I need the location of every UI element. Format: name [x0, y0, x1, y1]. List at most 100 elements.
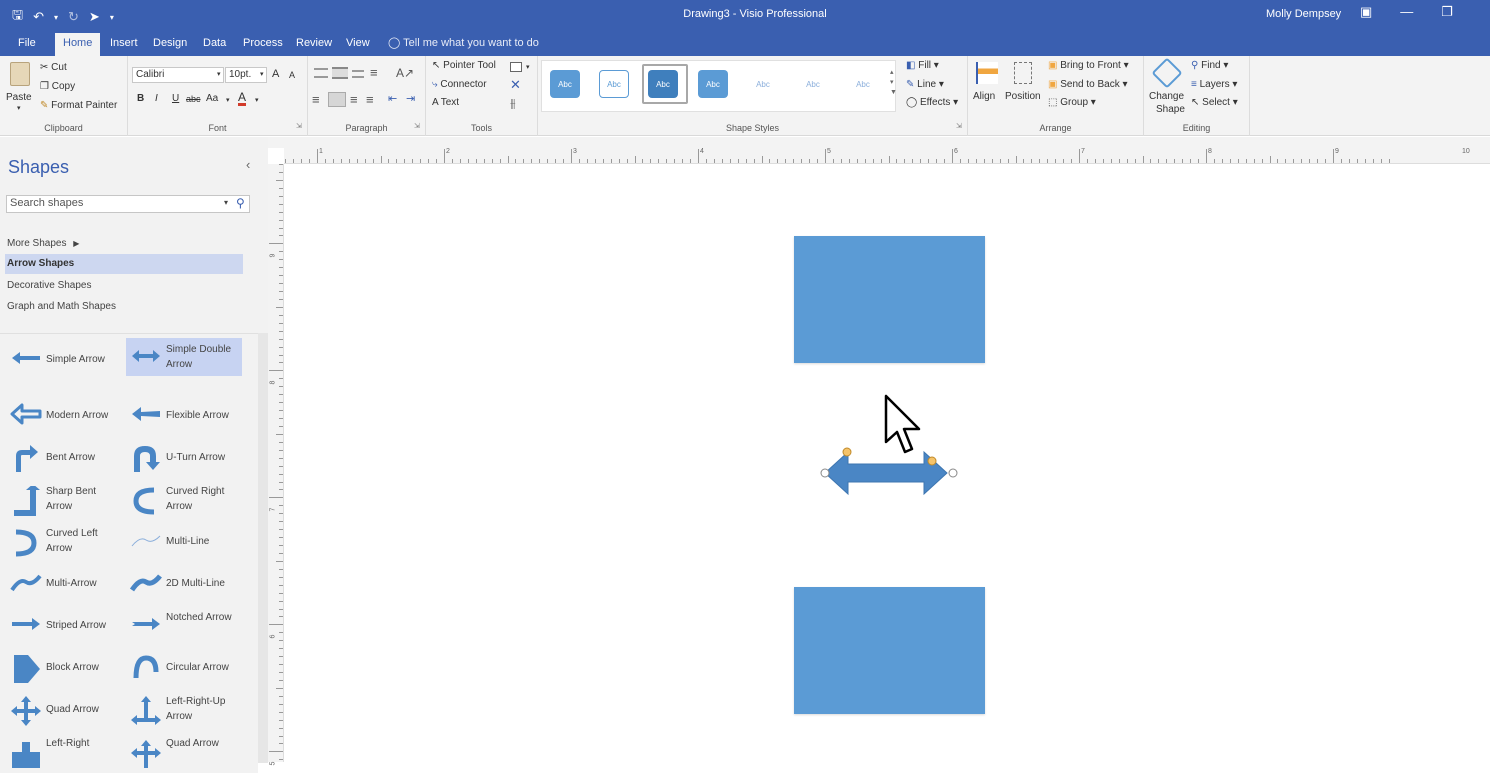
tab-home[interactable]: Home — [55, 33, 101, 56]
text-direction-icon[interactable]: A↗ — [396, 66, 414, 80]
increase-indent-icon[interactable]: ⇥ — [406, 92, 415, 105]
layers-button[interactable]: ≡ Layers ▾ — [1191, 79, 1237, 90]
effects-button[interactable]: ◯ Effects ▾ — [906, 97, 958, 108]
tell-me-box[interactable]: ◯ Tell me what you want to do — [388, 36, 539, 49]
minimize-icon[interactable]: — — [1400, 4, 1413, 20]
group-button[interactable]: ⬚ Group ▾ — [1048, 97, 1096, 108]
style-tile-5[interactable]: Abc — [748, 70, 778, 98]
search-dropdown-icon[interactable]: ▾ — [224, 198, 228, 207]
stencil-arrow-shapes[interactable]: Arrow Shapes — [5, 254, 243, 274]
change-shape-icon[interactable] — [1151, 57, 1183, 89]
shape-sharp-bent-arrow[interactable]: Sharp Bent Arrow — [6, 480, 122, 518]
find-button[interactable]: ⚲ Find ▾ — [1191, 60, 1228, 71]
shape-flexible-arrow[interactable]: Flexible Arrow — [126, 396, 242, 434]
fill-button[interactable]: ◧ Fill ▾ — [906, 60, 939, 71]
shape-simple-arrow[interactable]: Simple Arrow — [6, 340, 122, 378]
stencil-decorative-shapes[interactable]: Decorative Shapes — [7, 280, 92, 291]
pointer-tool-button[interactable]: ↖ Pointer Tool — [432, 60, 496, 71]
collapse-pane-icon[interactable]: ‹ — [246, 157, 250, 172]
restore-icon[interactable]: ❐ — [1441, 4, 1453, 20]
shape-curved-left-arrow[interactable]: Curved Left Arrow — [6, 522, 122, 560]
position-button[interactable]: Position — [1005, 91, 1041, 102]
align-right-icon[interactable]: ≡ — [350, 92, 358, 107]
align-bottom-icon[interactable] — [352, 70, 364, 78]
shape-quad-arrow-block[interactable]: Quad Arrow — [126, 732, 242, 770]
style-tile-1[interactable]: Abc — [550, 70, 580, 98]
shape-2d-multi-line[interactable]: 2D Multi-Line — [126, 564, 242, 602]
tab-data[interactable]: Data — [203, 35, 226, 51]
horizontal-ruler[interactable]: 1 2 3 4 5 6 7 8 9 10 — [284, 148, 1490, 164]
position-icon[interactable] — [1014, 62, 1032, 84]
paragraph-dialog-launcher-icon[interactable]: ⇲ — [414, 122, 420, 130]
tab-view[interactable]: View — [346, 35, 370, 51]
change-shape-label-1[interactable]: Change — [1149, 91, 1184, 102]
format-painter-button[interactable]: ✎ Format Painter — [40, 100, 117, 111]
align-top-icon[interactable] — [314, 68, 328, 78]
change-shape-label-2[interactable]: Shape — [1156, 104, 1185, 115]
align-middle-icon[interactable] — [332, 67, 348, 79]
user-name[interactable]: Molly Dempsey — [1266, 8, 1341, 20]
justify-icon[interactable]: ≡ — [366, 92, 374, 107]
style-tile-6[interactable]: Abc — [798, 70, 828, 98]
tab-design[interactable]: Design — [153, 35, 187, 51]
bold-button[interactable]: B — [137, 93, 144, 104]
endpoint-handle-left[interactable] — [820, 468, 830, 478]
drawing-canvas[interactable] — [284, 164, 1490, 762]
style-tile-2[interactable]: Abc — [599, 70, 629, 98]
rectangle-tool-dropdown-icon[interactable]: ▾ — [526, 63, 530, 71]
ribbon-display-icon[interactable]: ▣ — [1360, 4, 1372, 20]
shape-multi-line[interactable]: Multi-Line — [126, 522, 242, 560]
endpoint-handle-right[interactable] — [948, 468, 958, 478]
italic-button[interactable]: I — [155, 93, 158, 104]
tab-file[interactable]: File — [18, 35, 36, 51]
connection-point-icon[interactable]: ⫵ — [510, 96, 516, 111]
shape-left-right-arrow-block[interactable]: Left-Right — [6, 732, 122, 770]
style-tile-4[interactable]: Abc — [698, 70, 728, 98]
rectangle-shape-top[interactable] — [794, 236, 985, 363]
vertical-ruler[interactable]: 9 8 7 6 5 — [268, 164, 284, 765]
more-shapes-link[interactable]: More Shapes ▶ — [7, 238, 79, 249]
shrink-font-button[interactable]: A — [289, 70, 295, 80]
text-tool-button[interactable]: A Text — [432, 97, 459, 108]
change-case-dropdown-icon[interactable]: ▾ — [226, 96, 230, 104]
shape-simple-double-arrow[interactable]: Simple Double Arrow — [126, 338, 242, 376]
stencil-graph-math-shapes[interactable]: Graph and Math Shapes — [7, 301, 116, 312]
shape-modern-arrow[interactable]: Modern Arrow — [6, 396, 122, 434]
shape-left-right-up-arrow[interactable]: Left-Right-Up Arrow — [126, 690, 242, 728]
control-handle-shaft[interactable] — [927, 456, 937, 466]
tab-insert[interactable]: Insert — [110, 35, 138, 51]
shape-u-turn-arrow[interactable]: U-Turn Arrow — [126, 438, 242, 476]
paste-icon[interactable] — [10, 62, 30, 86]
font-color-dropdown-icon[interactable]: ▾ — [255, 96, 259, 104]
font-dialog-launcher-icon[interactable]: ⇲ — [296, 122, 302, 130]
tab-process[interactable]: Process — [243, 35, 283, 51]
copy-button[interactable]: ❐ Copy — [40, 81, 75, 92]
rectangle-shape-bottom[interactable] — [794, 587, 985, 714]
shape-block-arrow[interactable]: Block Arrow — [6, 648, 122, 686]
shape-notched-arrow[interactable]: Notched Arrow — [126, 606, 242, 644]
search-shapes-input[interactable]: Search shapes — [6, 195, 250, 213]
shape-striped-arrow[interactable]: Striped Arrow — [6, 606, 122, 644]
shape-circular-arrow[interactable]: Circular Arrow — [126, 648, 242, 686]
bring-to-front-button[interactable]: ▣ Bring to Front ▾ — [1048, 60, 1129, 71]
paste-button[interactable]: Paste — [6, 92, 32, 103]
style-tile-3[interactable]: Abc — [648, 70, 678, 98]
tab-review[interactable]: Review — [296, 35, 332, 51]
shape-curved-right-arrow[interactable]: Curved Right Arrow — [126, 480, 242, 518]
align-center-icon[interactable] — [328, 92, 346, 107]
line-button[interactable]: ✎ Line ▾ — [906, 79, 944, 90]
underline-button[interactable]: U — [172, 93, 179, 104]
connector-button[interactable]: ⤷ Connector — [432, 79, 487, 90]
cut-button[interactable]: ✂ Cut — [40, 62, 67, 73]
font-family-dropdown-icon[interactable]: ▾ — [217, 70, 221, 78]
shape-multi-arrow[interactable]: Multi-Arrow — [6, 564, 122, 602]
bullets-icon[interactable]: ≡ — [370, 65, 378, 80]
style-tile-7[interactable]: Abc — [848, 70, 878, 98]
font-color-button[interactable]: A — [238, 91, 247, 106]
select-button[interactable]: ↖ Select ▾ — [1191, 97, 1238, 108]
font-size-dropdown-icon[interactable]: ▾ — [260, 70, 264, 78]
send-to-back-button[interactable]: ▣ Send to Back ▾ — [1048, 79, 1128, 90]
align-button[interactable]: Align — [973, 91, 995, 102]
align-left-icon[interactable]: ≡ — [312, 92, 320, 107]
paste-dropdown-icon[interactable]: ▾ — [17, 104, 21, 112]
